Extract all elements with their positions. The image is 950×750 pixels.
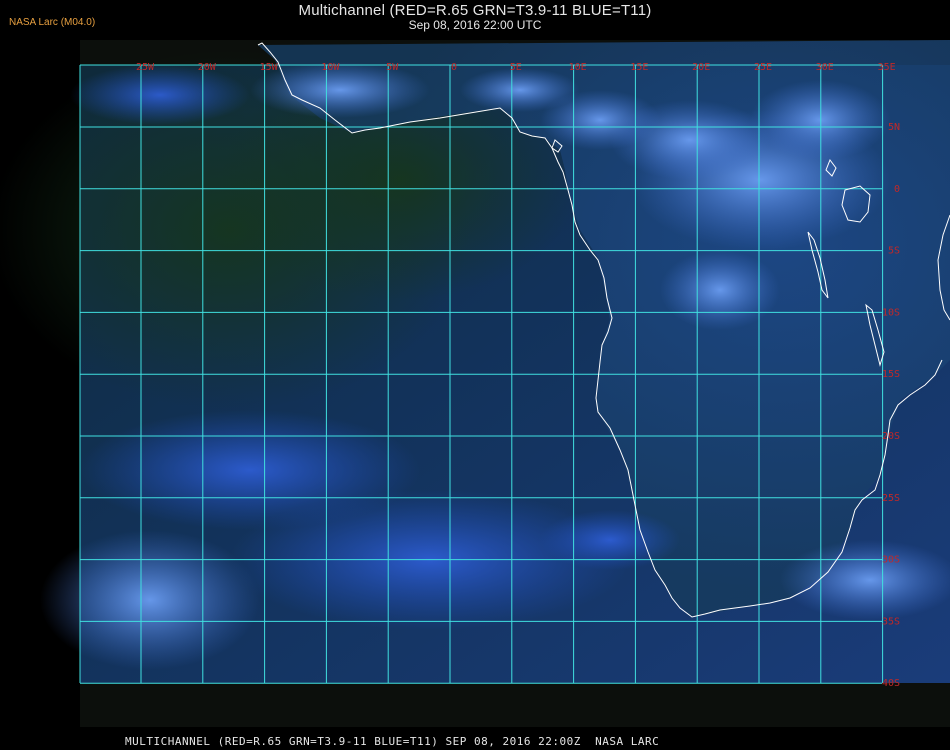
longitude-label: 15E xyxy=(630,62,648,73)
latitude-label: 25S xyxy=(882,493,900,504)
latitude-label: 5N xyxy=(888,122,900,133)
longitude-label: 5W xyxy=(386,62,399,73)
latitude-label: 30S xyxy=(882,555,900,566)
longitude-label: 25W xyxy=(136,62,155,73)
longitude-label: 10W xyxy=(321,62,340,73)
latitude-label: 20S xyxy=(882,431,900,442)
latitude-label: 10S xyxy=(882,307,900,318)
latitude-label: 15S xyxy=(882,369,900,380)
credit-label: NASA Larc (M04.0) xyxy=(9,17,96,28)
footer-caption: MULTICHANNEL (RED=R.65 GRN=T3.9-11 BLUE=… xyxy=(125,735,660,748)
cloud-band xyxy=(750,80,890,160)
map-timestamp: Sep 08, 2016 22:00 UTC xyxy=(408,18,542,32)
latitude-label: 40S xyxy=(882,678,900,689)
map-title: Multichannel (RED=R.65 GRN=T3.9-11 BLUE=… xyxy=(298,2,652,19)
longitude-label: 30E xyxy=(816,62,834,73)
longitude-label: 5E xyxy=(510,62,522,73)
longitude-label: 0 xyxy=(451,62,457,73)
longitude-label: 35E xyxy=(878,62,896,73)
cloud-band xyxy=(540,510,680,570)
satellite-map: 25W 20W 15W 10W 5W 0 5E 10E 15E 20E 25E 30E 35E 5N 0 5… xyxy=(0,40,950,727)
cloud-band xyxy=(40,530,260,670)
longitude-label: 20W xyxy=(198,62,217,73)
longitude-label: 25E xyxy=(754,62,772,73)
longitude-label: 15W xyxy=(260,62,279,73)
latitude-label: 0 xyxy=(894,184,900,195)
latitude-label: 5S xyxy=(888,246,900,257)
latitude-label: 35S xyxy=(882,616,900,627)
cloud-band xyxy=(460,68,580,112)
longitude-label: 20E xyxy=(692,62,710,73)
longitude-label: 10E xyxy=(569,62,587,73)
cloud-band xyxy=(70,65,250,125)
cloud-band xyxy=(660,250,780,330)
